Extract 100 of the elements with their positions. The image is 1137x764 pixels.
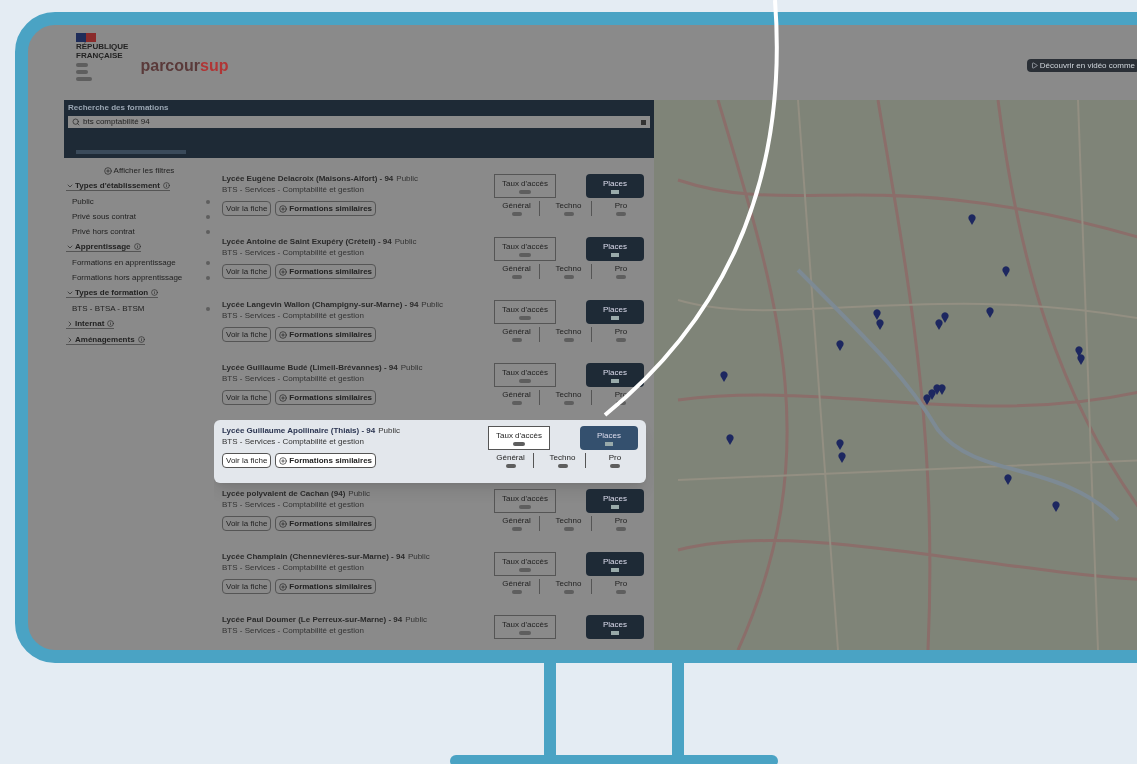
bac-type-label: Pro <box>614 201 628 210</box>
map-pin-icon[interactable] <box>923 394 931 405</box>
blurred-text <box>511 401 522 405</box>
filter-group-header[interactable]: Internat <box>66 319 115 329</box>
map-pin-icon[interactable] <box>873 309 881 320</box>
blurred-text <box>505 464 516 468</box>
program-name: BTS - Services - Comptabilité et gestion <box>222 626 365 636</box>
blurred-text <box>563 338 574 342</box>
details-button[interactable]: Voir la fiche <box>222 201 272 216</box>
bac-type-label: Général <box>496 453 525 462</box>
similar-programs-button[interactable]: Formations similaires <box>275 390 377 405</box>
filters-toggle[interactable]: Afficher les filtres <box>103 166 175 175</box>
details-button[interactable]: Voir la fiche <box>222 327 272 342</box>
map-pin-icon[interactable] <box>836 439 844 450</box>
school-name[interactable]: Lycée Guillaume Budé (Limeil-Brévannes) - 94 <box>222 363 398 373</box>
filter-group-header[interactable]: Types de formation <box>66 288 159 298</box>
places-label: Places <box>603 493 627 503</box>
info-icon <box>162 182 170 189</box>
program-name: BTS - Services - Comptabilité et gestion <box>222 437 365 447</box>
similar-programs-button[interactable]: Formations similaires <box>275 453 377 468</box>
plus-circle-icon <box>279 204 288 213</box>
map-pin-icon[interactable] <box>928 389 936 400</box>
result-card[interactable]: Lycée Langevin Wallon (Champigny-sur-Marne) - 94 Public BTS - Services - Comptabilité et gestion Voir la fiche Formations similaires Taux d'accès Places Général Techno Pro <box>218 294 648 357</box>
school-name[interactable]: Lycée Antoine de Saint Exupéry (Créteil) - 94 <box>222 237 392 247</box>
plus-circle-icon <box>279 456 288 465</box>
blurred-text <box>511 338 522 342</box>
search-title: Recherche des formations <box>68 103 170 113</box>
similar-programs-button[interactable]: Formations similaires <box>275 516 377 531</box>
result-card[interactable]: Lycée Paul Doumer (Le Perreux-sur-Marne) - 94 Public BTS - Services - Comptabilité et gestion Taux d'accès Places <box>218 609 648 650</box>
details-button[interactable]: Voir la fiche <box>222 516 272 531</box>
map-pin-icon[interactable] <box>1075 346 1083 357</box>
bac-type-label: Général <box>502 201 531 210</box>
school-name[interactable]: Lycée Langevin Wallon (Champigny-sur-Marne) - 94 <box>222 300 419 310</box>
map-pin-icon[interactable] <box>1052 501 1060 512</box>
map-pin-icon[interactable] <box>986 307 994 318</box>
program-name: BTS - Services - Comptabilité et gestion <box>222 185 365 195</box>
school-status: Public <box>378 426 401 436</box>
blurred-text <box>611 504 619 509</box>
map-pin-icon[interactable] <box>935 319 943 330</box>
blurred-text <box>511 275 522 279</box>
details-button[interactable]: Voir la fiche <box>222 579 272 594</box>
filter-group-header[interactable]: Types d'établissement <box>66 181 170 191</box>
blurred-text <box>206 260 210 265</box>
parcoursup-logo[interactable]: parcoursup <box>140 58 229 74</box>
filter-option[interactable]: Public <box>72 197 94 206</box>
similar-programs-button[interactable]: Formations similaires <box>275 201 377 216</box>
blurred-text <box>616 212 626 216</box>
filter-option[interactable]: Formations hors apprentissage <box>72 273 183 282</box>
school-name[interactable]: Lycée Champlain (Chennevières-sur-Marne) - 94 <box>222 552 405 562</box>
map-pin-icon[interactable] <box>968 214 976 225</box>
similar-programs-button[interactable]: Formations similaires <box>275 579 377 594</box>
map-pin-icon[interactable] <box>1004 474 1012 485</box>
filter-option[interactable]: BTS - BTSA - BTSM <box>72 304 145 313</box>
details-button[interactable]: Voir la fiche <box>222 264 272 279</box>
map-pin-icon[interactable] <box>1077 354 1085 365</box>
blurred-text <box>76 63 88 67</box>
program-name: BTS - Services - Comptabilité et gestion <box>222 563 365 573</box>
places-label: Places <box>603 241 627 251</box>
school-status: Public <box>348 489 371 499</box>
school-name[interactable]: Lycée Guillaume Apollinaire (Thiais) - 94 <box>222 426 376 436</box>
details-button[interactable]: Voir la fiche <box>222 453 272 468</box>
map-pin-icon[interactable] <box>876 319 884 330</box>
blurred-text <box>511 527 522 531</box>
result-card[interactable]: Lycée Guillaume Apollinaire (Thiais) - 94 Public BTS - Services - Comptabilité et gestion Voir la fiche Formations similaires Taux d'accès Places Général Techno Pro <box>214 420 646 483</box>
school-name[interactable]: Lycée Paul Doumer (Le Perreux-sur-Marne) - 94 <box>222 615 403 625</box>
map-pin-icon[interactable] <box>1002 266 1010 277</box>
result-card[interactable]: Lycée Champlain (Chennevières-sur-Marne) - 94 Public BTS - Services - Comptabilité et gestion Voir la fiche Formations similaires Taux d'accès Places Général Techno Pro <box>218 546 648 609</box>
filter-option[interactable]: Privé hors contrat <box>72 227 135 236</box>
filter-group-header[interactable]: Apprentissage <box>66 242 141 252</box>
map-pin-icon[interactable] <box>836 340 844 351</box>
map-pin-icon[interactable] <box>838 452 846 463</box>
search-field[interactable]: bts comptabilité 94 <box>68 116 650 128</box>
video-button[interactable]: Découvrir en vidéo comme <box>1026 59 1137 72</box>
bac-type-label: Techno <box>555 516 582 525</box>
details-button[interactable]: Voir la fiche <box>222 390 272 405</box>
similar-programs-button[interactable]: Formations similaires <box>275 264 377 279</box>
school-name[interactable]: Lycée polyvalent de Cachan (94) <box>222 489 346 499</box>
bac-type-label: Pro <box>614 327 628 336</box>
bac-type-label: Techno <box>555 390 582 399</box>
clear-icon[interactable] <box>641 119 646 125</box>
result-card[interactable]: Lycée polyvalent de Cachan (94) Public BTS - Services - Comptabilité et gestion Voir la fiche Formations similaires Taux d'accès Places Général Techno Pro <box>218 483 648 546</box>
map-pin-icon[interactable] <box>726 434 734 445</box>
blurred-text <box>519 567 531 572</box>
map-pin-icon[interactable] <box>720 371 728 382</box>
access-rate-label: Taux d'accès <box>496 430 542 440</box>
filter-option[interactable]: Privé sous contrat <box>72 212 137 221</box>
filter-option[interactable]: Formations en apprentissage <box>72 258 176 267</box>
similar-programs-button[interactable]: Formations similaires <box>275 327 377 342</box>
program-name: BTS - Services - Comptabilité et gestion <box>222 311 365 321</box>
result-card[interactable]: Lycée Antoine de Saint Exupéry (Créteil) - 94 Public BTS - Services - Comptabilité et gestion Voir la fiche Formations similaires Taux d'accès Places Général Techno Pro <box>218 231 648 294</box>
blurred-text <box>206 214 210 219</box>
map-pin-icon[interactable] <box>938 384 946 395</box>
plus-circle-icon <box>103 166 112 175</box>
map-pin-icon[interactable] <box>941 312 949 323</box>
blurred-text <box>611 189 619 194</box>
program-name: BTS - Services - Comptabilité et gestion <box>222 500 365 510</box>
blurred-text <box>616 275 626 279</box>
result-card[interactable]: Lycée Eugène Delacroix (Maisons-Alfort) - 94 Public BTS - Services - Comptabilité et gestion Voir la fiche Formations similaires Taux d'accès Places Général Techno Pro <box>218 168 648 231</box>
filter-group-header[interactable]: Aménagements <box>66 335 145 345</box>
school-name[interactable]: Lycée Eugène Delacroix (Maisons-Alfort) - 94 <box>222 174 394 184</box>
